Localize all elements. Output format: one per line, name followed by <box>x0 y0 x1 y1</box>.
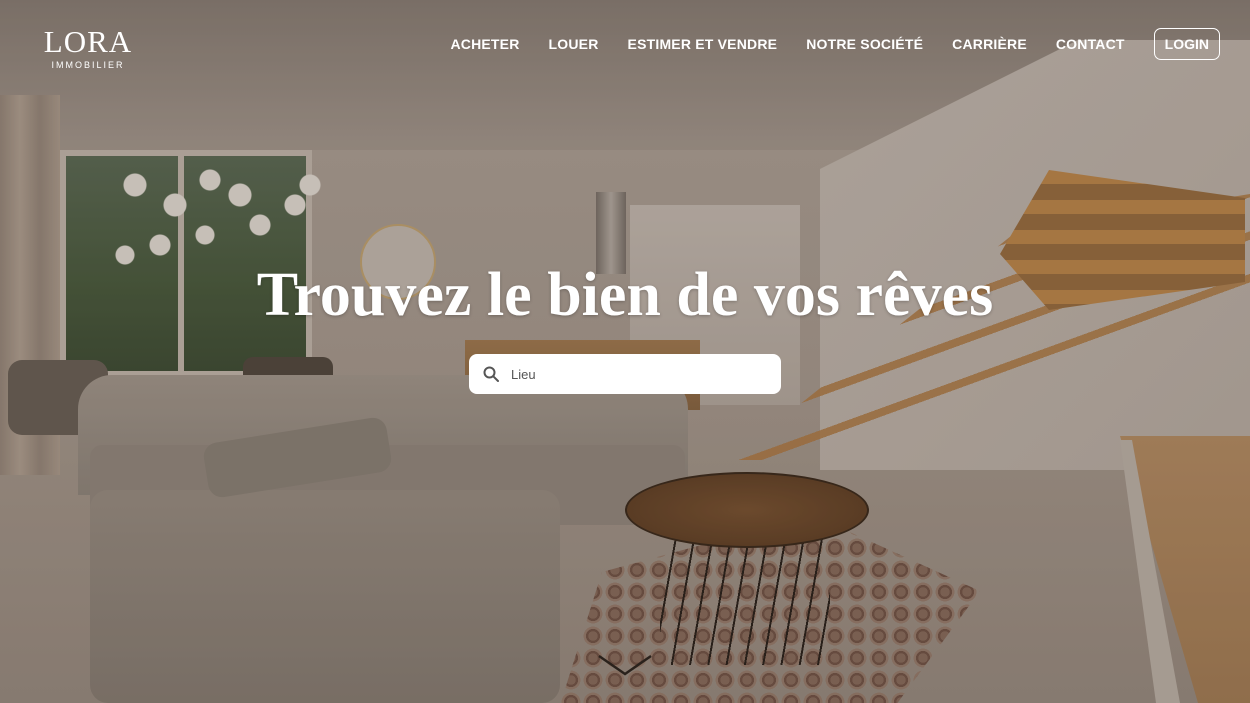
nav-item-estimer-et-vendre[interactable]: ESTIMER ET VENDRE <box>628 36 778 52</box>
nav-item-carriere[interactable]: CARRIÈRE <box>952 36 1027 52</box>
nav-item-acheter[interactable]: ACHETER <box>450 36 519 52</box>
search-icon <box>483 366 499 382</box>
logo-subtitle: IMMOBILIER <box>51 60 125 70</box>
nav-item-contact[interactable]: CONTACT <box>1056 36 1125 52</box>
search-input[interactable] <box>509 365 763 383</box>
logo[interactable]: LORA IMMOBILIER <box>40 24 136 71</box>
hero-title: Trouvez le bien de vos rêves <box>256 261 994 329</box>
logo-wordmark: LORA <box>43 24 133 59</box>
login-button[interactable]: LOGIN <box>1153 28 1220 60</box>
nav-item-louer[interactable]: LOUER <box>549 36 599 52</box>
main-nav: ACHETER LOUER ESTIMER ET VENDRE NOTRE SO… <box>421 28 1220 60</box>
hero-background-image <box>0 0 1250 703</box>
nav-item-notre-societe[interactable]: NOTRE SOCIÉTÉ <box>806 36 923 52</box>
search-box[interactable] <box>469 354 781 394</box>
chevron-down-icon[interactable] <box>595 650 655 680</box>
